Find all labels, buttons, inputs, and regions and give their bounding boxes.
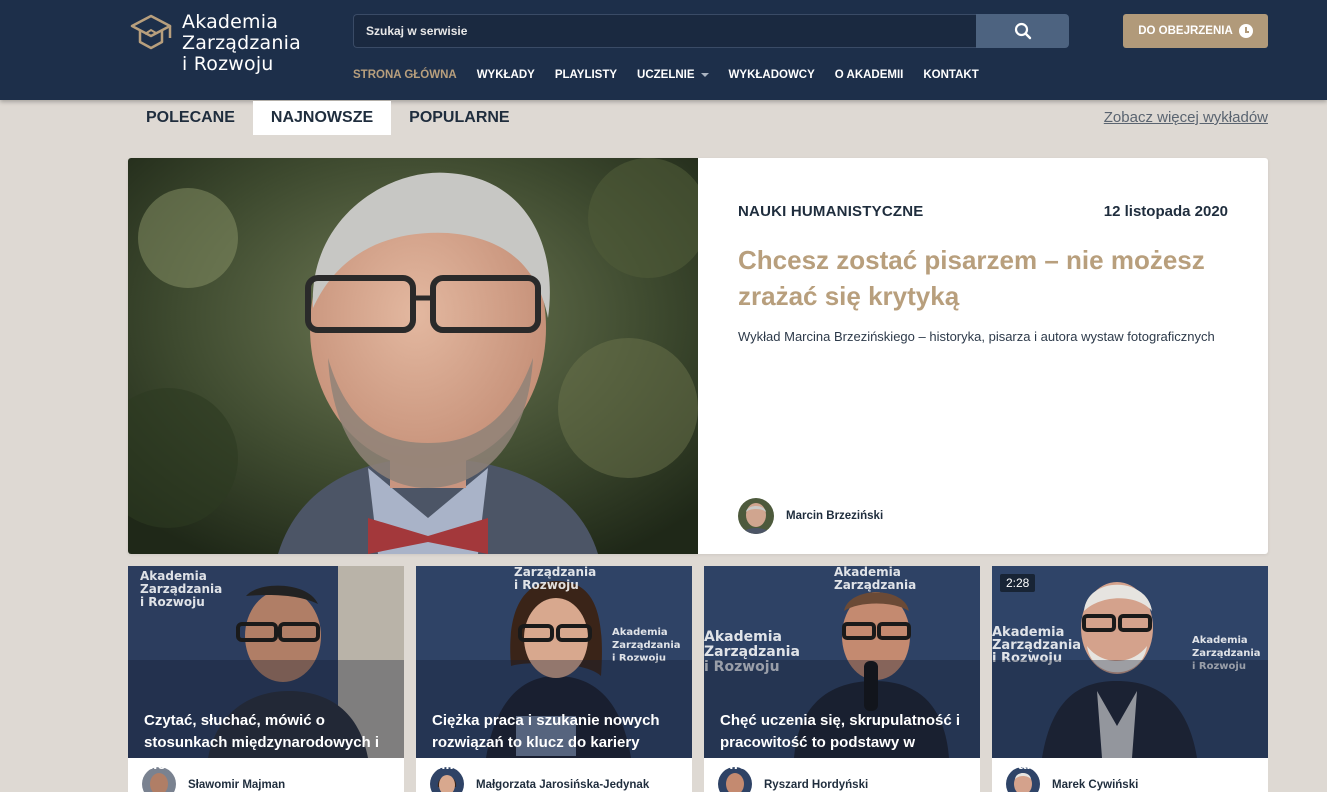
- author-name: Małgorzata Jarosińska-Jedynak: [476, 779, 650, 791]
- video-duration-badge: 2:28: [1000, 574, 1036, 592]
- lecture-card[interactable]: Akademia Zarządzania i Rozwoju Czytać, słu…: [128, 566, 404, 792]
- nav-label: KONTAKT: [923, 69, 979, 81]
- tab-popular[interactable]: POPULARNE: [391, 101, 527, 135]
- logo-text: Akademia Zarządzania i Rozwoju: [182, 12, 301, 75]
- tab-newest[interactable]: NAJNOWSZE: [252, 101, 392, 135]
- lecture-card-title[interactable]: Same studia nic nie dają: [1008, 754, 1258, 776]
- card-overlay: [992, 660, 1268, 758]
- tab-recommended[interactable]: POLECANE: [128, 101, 253, 135]
- lecture-card[interactable]: Akademia Zarządzania i Rozwoju Akademia Zar…: [992, 566, 1268, 792]
- watch-later-label: DO OBEJRZENIA: [1138, 25, 1233, 37]
- featured-lecture-body: NAUKI HUMANISTYCZNE 12 listopada 2020 Ch…: [698, 158, 1268, 554]
- watermark-logo: Akademia Zarządzania i Rozwoju: [140, 569, 223, 609]
- site-logo[interactable]: Akademia Zarządzania i Rozwoju: [128, 12, 301, 75]
- lecture-subtitle: Wykład Marcina Brzezińskiego – historyka…: [738, 329, 1215, 344]
- author-name: Marcin Brzeziński: [786, 510, 884, 522]
- tab-label: POLECANE: [146, 109, 235, 126]
- watermark-logo: Zarządzania i Rozwoju: [514, 566, 597, 592]
- search-icon: [1014, 22, 1031, 40]
- lecture-card[interactable]: Akademia Zarządzania Akademia Zarządzania i…: [704, 566, 980, 792]
- see-more-lectures-link[interactable]: Zobacz więcej wykładów: [1104, 109, 1268, 126]
- nav-item-about[interactable]: O AKADEMII: [835, 67, 904, 83]
- site-header: Akademia Zarządzania i Rozwoju DO OBEJRZ…: [0, 0, 1327, 100]
- nav-label: STRONA GŁÓWNA: [353, 69, 457, 81]
- clock-icon: [1238, 24, 1253, 38]
- lecture-date: 12 listopada 2020: [1103, 203, 1228, 220]
- content-tabs: POLECANE NAJNOWSZE POPULARNE: [128, 101, 528, 135]
- nav-item-universities[interactable]: UCZELNIE: [637, 67, 709, 83]
- lecture-card-title[interactable]: Czytać, słuchać, mówić o stosunkach międ…: [144, 710, 394, 776]
- search-bar: [353, 14, 1069, 48]
- featured-lecture[interactable]: NAUKI HUMANISTYCZNE 12 listopada 2020 Ch…: [128, 158, 1268, 554]
- search-input[interactable]: [353, 14, 976, 48]
- lecturer-portrait: [128, 158, 698, 554]
- nav-label: WYKŁADY: [476, 69, 535, 81]
- lecture-title[interactable]: Chcesz zostać pisarzem – nie możesz zraż…: [738, 242, 1228, 314]
- lecture-card-title[interactable]: Chęć uczenia się, skrupulatność i pracow…: [720, 710, 970, 776]
- author-name: Ryszard Hordyński: [764, 779, 869, 791]
- nav-label: O AKADEMII: [834, 69, 904, 81]
- nav-label: WYKŁADOWCY: [728, 69, 815, 81]
- lecture-category[interactable]: NAUKI HUMANISTYCZNE: [738, 203, 923, 220]
- lecture-card-title[interactable]: Ciężka praca i szukanie nowych rozwiązań…: [432, 710, 682, 776]
- watermark-logo: Akademia Zarządzania: [834, 566, 917, 592]
- nav-item-home[interactable]: STRONA GŁÓWNA: [353, 67, 457, 83]
- author-name: Sławomir Majman: [188, 779, 286, 791]
- nav-item-playlists[interactable]: PLAYLISTY: [555, 67, 617, 83]
- nav-item-lectures[interactable]: WYKŁADY: [477, 67, 535, 83]
- author-name: Marek Cywiński: [1052, 779, 1139, 791]
- search-button[interactable]: [976, 14, 1069, 48]
- logo-line-1: Akademia: [182, 11, 279, 33]
- logo-line-2: Zarządzania: [182, 32, 301, 54]
- avatar: [738, 498, 774, 534]
- tab-label: NAJNOWSZE: [270, 109, 374, 126]
- nav-item-contact[interactable]: KONTAKT: [923, 67, 978, 83]
- graduation-cap-icon: [130, 14, 172, 50]
- nav-item-lecturers[interactable]: WYKŁADOWCY: [729, 67, 815, 83]
- caret-down-icon: [700, 73, 709, 77]
- tab-label: POPULARNE: [409, 109, 510, 126]
- nav-label: PLAYLISTY: [554, 69, 618, 81]
- main-nav: STRONA GŁÓWNA WYKŁADY PLAYLISTY UCZELNIE…: [353, 67, 999, 83]
- logo-line-3: i Rozwoju: [182, 53, 274, 75]
- featured-lecture-image[interactable]: [128, 158, 698, 554]
- lecture-author[interactable]: Marcin Brzeziński: [738, 498, 883, 534]
- watch-later-button[interactable]: DO OBEJRZENIA: [1123, 14, 1268, 48]
- nav-label: UCZELNIE: [637, 69, 695, 81]
- lecture-card[interactable]: Zarządzania i Rozwoju Akademia Zarządzania…: [416, 566, 692, 792]
